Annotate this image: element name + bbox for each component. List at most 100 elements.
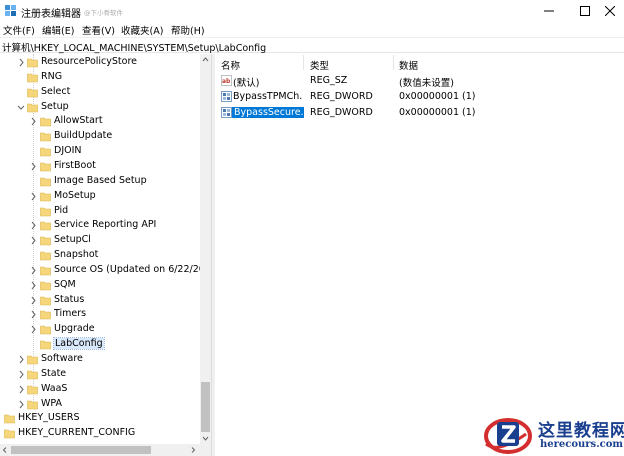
- menu-favorites[interactable]: 收藏夹(A): [121, 23, 163, 37]
- scroll-up-icon[interactable]: [202, 56, 209, 63]
- tree-item-image-based-setup[interactable]: Image Based Setup: [0, 174, 200, 189]
- tree-vertical-scroll-thumb[interactable]: [201, 382, 210, 432]
- tree-item-labconfig[interactable]: LabConfig: [0, 337, 200, 352]
- menu-view[interactable]: 查看(V): [82, 23, 115, 37]
- address-bar[interactable]: 计算机\HKEY_LOCAL_MACHINE\SYSTEM\Setup\LabC…: [0, 37, 624, 54]
- logo-url: herecours.com: [540, 439, 624, 450]
- chevron-right-icon[interactable]: [29, 162, 37, 171]
- folder-icon: [40, 251, 51, 261]
- tree-item-allowstart[interactable]: AllowStart: [0, 114, 200, 129]
- tree-item-label: Snapshot: [54, 249, 99, 261]
- tree-item-sqm[interactable]: SQM: [0, 278, 200, 293]
- chevron-right-icon[interactable]: [17, 355, 25, 364]
- column-header-data[interactable]: 数据: [399, 58, 418, 72]
- folder-icon: [27, 58, 38, 68]
- tree-item-label: AllowStart: [54, 115, 103, 127]
- menu-file[interactable]: 文件(F): [3, 23, 35, 37]
- chevron-right-icon[interactable]: [17, 58, 25, 67]
- chevron-right-icon[interactable]: [17, 370, 25, 379]
- close-button[interactable]: [596, 0, 624, 22]
- string-value-icon: ab: [221, 75, 232, 86]
- chevron-right-icon[interactable]: [29, 236, 37, 245]
- values-pane: 名称 类型 数据 ab (默认) REG_SZ (数值未设置) BypassTP…: [215, 54, 624, 456]
- chevron-right-icon[interactable]: [29, 192, 37, 201]
- tree-item-label: RNG: [41, 70, 63, 82]
- folder-icon: [40, 177, 51, 187]
- folder-icon: [27, 88, 38, 97]
- tree-item-pid[interactable]: Pid: [0, 204, 200, 219]
- chevron-right-icon[interactable]: [17, 385, 25, 394]
- value-row-default[interactable]: ab (默认) REG_SZ (数值未设置): [215, 73, 624, 89]
- watermark-text: @下小骨软件: [84, 9, 123, 17]
- tree-item-label: WPA: [41, 397, 63, 409]
- chevron-right-icon[interactable]: [29, 325, 37, 334]
- tree-item-buildupdate[interactable]: BuildUpdate: [0, 129, 200, 144]
- menu-help[interactable]: 帮助(H): [171, 23, 205, 37]
- tree-item-software[interactable]: Software: [0, 352, 200, 367]
- folder-icon: [4, 415, 15, 424]
- tree-item-resourcepolicystore[interactable]: ResourcePolicyStore: [0, 55, 200, 70]
- chevron-right-icon[interactable]: [17, 400, 25, 409]
- tree-item-rng[interactable]: RNG: [0, 70, 200, 85]
- tree-horizontal-scrollbar[interactable]: [0, 444, 211, 456]
- tree-item-setupcl[interactable]: SetupCl: [0, 233, 200, 248]
- scroll-down-icon[interactable]: [202, 435, 209, 442]
- tree-item-label: ResourcePolicyStore: [41, 56, 138, 67]
- value-data: (数值未设置): [399, 78, 454, 89]
- scroll-right-icon[interactable]: [190, 447, 196, 453]
- address-path[interactable]: 计算机\HKEY_LOCAL_MACHINE\SYSTEM\Setup\LabC…: [2, 40, 266, 54]
- tree-horizontal-scroll-thumb[interactable]: [11, 446, 151, 454]
- tree-item-timers[interactable]: Timers: [0, 307, 200, 322]
- binary-value-icon: [221, 91, 232, 102]
- tree-item-wpa[interactable]: WPA: [0, 397, 200, 412]
- chevron-right-icon[interactable]: [29, 221, 37, 230]
- folder-icon: [40, 132, 51, 142]
- value-row-bypass-tpm[interactable]: BypassTPMCh... REG_DWORD 0x00000001 (1): [215, 89, 624, 104]
- tree-vertical-scrollbar[interactable]: [200, 54, 211, 444]
- folder-icon: [40, 222, 51, 231]
- chevron-right-icon[interactable]: [29, 281, 37, 290]
- column-header-type[interactable]: 类型: [310, 58, 329, 72]
- tree-item-mosetup[interactable]: MoSetup: [0, 189, 200, 204]
- tree-item-firstboot[interactable]: FirstBoot: [0, 159, 200, 174]
- tree-item-setup[interactable]: Setup: [0, 100, 200, 115]
- folder-icon: [27, 370, 38, 380]
- value-type: REG_SZ: [310, 75, 348, 86]
- tree-item-snapshot[interactable]: Snapshot: [0, 248, 200, 263]
- tree-item-state[interactable]: State: [0, 367, 200, 382]
- logo-name: 这里教程网: [538, 421, 624, 441]
- tree-item-label: Setup: [41, 100, 69, 112]
- tree-item-label: State: [41, 367, 67, 379]
- tree-item-service-reporting-api[interactable]: Service Reporting API: [0, 218, 200, 233]
- folder-icon: [27, 73, 38, 83]
- value-name: BypassTPMCh...: [233, 91, 303, 102]
- chevron-down-icon[interactable]: [17, 103, 25, 112]
- folder-icon: [40, 192, 51, 201]
- folder-icon: [27, 385, 38, 394]
- tree-item-select[interactable]: Select: [0, 85, 200, 100]
- value-row-bypass-secure[interactable]: BypassSecure... REG_DWORD 0x00000001 (1): [215, 105, 624, 120]
- tree-item-hkey-current-config[interactable]: HKEY_CURRENT_CONFIG: [0, 426, 200, 441]
- tree-item-hkey-users[interactable]: HKEY_USERS: [0, 411, 200, 426]
- chevron-right-icon[interactable]: [29, 296, 37, 305]
- tree-item-status[interactable]: Status: [0, 293, 200, 308]
- tree-item-djoin[interactable]: DJOIN: [0, 144, 200, 159]
- tree-item-upgrade[interactable]: Upgrade: [0, 322, 200, 337]
- minimize-button[interactable]: [532, 0, 566, 22]
- chevron-right-icon[interactable]: [29, 310, 37, 319]
- tree-item-label: Software: [41, 353, 83, 364]
- tree-item-waas[interactable]: WaaS: [0, 382, 200, 397]
- scroll-left-icon[interactable]: [2, 447, 8, 453]
- chevron-right-icon[interactable]: [29, 117, 37, 126]
- menu-edit[interactable]: 编辑(E): [42, 23, 74, 37]
- menu-bar: 文件(F) 编辑(E) 查看(V) 收藏夹(A) 帮助(H): [0, 22, 624, 37]
- svg-text:ab: ab: [222, 78, 231, 85]
- tree-item-label: Source OS (Updated on 6/22/202: [54, 263, 211, 275]
- tree-item-label: Select: [41, 85, 71, 97]
- chevron-right-icon[interactable]: [29, 266, 37, 275]
- column-header-name[interactable]: 名称: [221, 58, 240, 72]
- value-data: 0x00000001 (1): [399, 91, 476, 102]
- column-divider[interactable]: [393, 55, 394, 70]
- column-divider[interactable]: [303, 55, 304, 70]
- tree-item-source-os-updated-on-6-22-202[interactable]: Source OS (Updated on 6/22/202: [0, 263, 211, 278]
